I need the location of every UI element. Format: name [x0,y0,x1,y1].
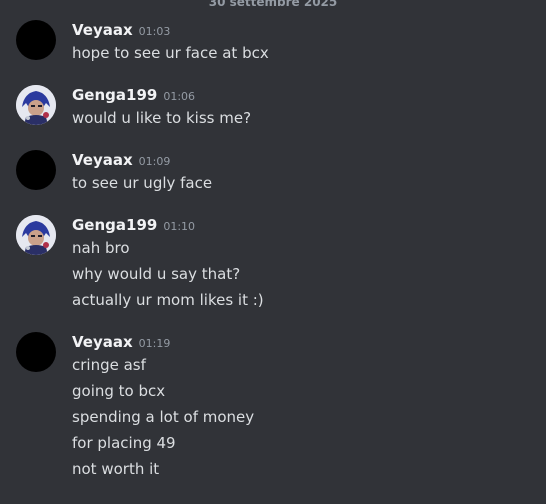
timestamp: 01:06 [163,90,196,103]
message-text: spending a lot of money [72,408,255,426]
message-text: going to bcx [72,382,166,400]
message-text: actually ur mom likes it :) [72,291,264,309]
avatar[interactable] [16,85,56,125]
avatar[interactable] [16,215,56,255]
message-text: for placing 49 [72,434,176,452]
message-text: not worth it [72,460,160,478]
message-text: cringe asf [72,356,146,374]
timestamp: 01:03 [138,25,171,38]
timestamp: 01:09 [138,155,171,168]
username[interactable]: Veyaax [72,151,133,169]
username[interactable]: Veyaax [72,333,133,351]
username[interactable]: Genga199 [72,86,157,104]
avatar[interactable] [16,20,56,60]
timestamp: 01:19 [138,337,171,350]
date-divider: 30 settembre 2025 [0,0,546,9]
timestamp: 01:10 [163,220,196,233]
avatar[interactable] [16,150,56,190]
message-text: why would u say that? [72,265,241,283]
message-text: would u like to kiss me? [72,109,252,127]
divider-date-text: 30 settembre 2025 [204,0,342,9]
message-text: nah bro [72,239,130,257]
username[interactable]: Genga199 [72,216,157,234]
message-text: to see ur ugly face [72,174,213,192]
avatar[interactable] [16,332,56,372]
username[interactable]: Veyaax [72,21,133,39]
anime-character-avatar-icon [16,215,56,255]
message-text: hope to see ur face at bcx [72,44,269,62]
anime-character-avatar-icon [16,85,56,125]
